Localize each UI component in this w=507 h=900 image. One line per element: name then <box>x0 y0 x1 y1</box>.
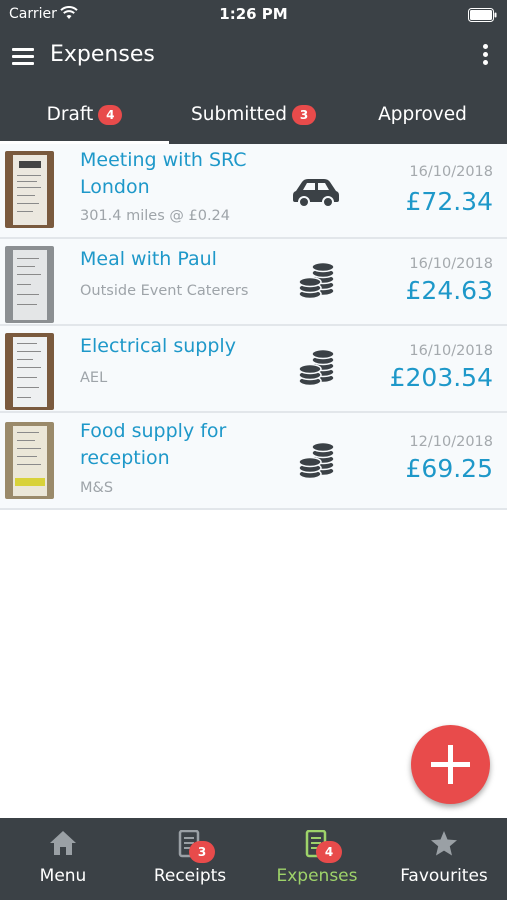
battery-icon <box>468 7 498 26</box>
expense-title: Electrical supply <box>80 335 236 357</box>
expense-subtitle: M&S <box>80 480 114 496</box>
expense-date: 16/10/2018 <box>409 343 493 359</box>
count-badge: 4 <box>316 841 342 863</box>
nav-receipts[interactable]: 3 Receipts <box>127 818 253 900</box>
list-item[interactable]: Meal with Paul Outside Event Caterers 16… <box>0 239 507 326</box>
expense-subtitle: AEL <box>80 370 108 386</box>
expense-amount: £203.54 <box>389 363 493 392</box>
coins-icon <box>298 261 336 303</box>
nav-label: Expenses <box>276 866 358 886</box>
count-badge: 3 <box>292 105 316 125</box>
nav-favourites[interactable]: Favourites <box>381 818 507 900</box>
tab-label: Draft <box>46 104 94 125</box>
expense-amount: £72.34 <box>405 187 493 216</box>
expense-subtitle: 301.4 miles @ £0.24 <box>80 208 231 224</box>
more-vertical-icon[interactable] <box>483 44 489 66</box>
receipt-thumbnail <box>5 333 54 410</box>
coins-icon <box>298 348 336 390</box>
home-icon <box>0 830 126 860</box>
nav-label: Receipts <box>153 866 227 886</box>
receipt-thumbnail <box>5 151 54 228</box>
receipt-thumbnail <box>5 422 54 499</box>
expense-amount: £24.63 <box>405 276 493 305</box>
car-icon <box>292 177 340 211</box>
status-bar: Carrier 1:26 PM <box>0 0 507 30</box>
coins-icon <box>298 441 336 483</box>
expense-date: 16/10/2018 <box>409 256 493 272</box>
status-time: 1:26 PM <box>219 5 288 23</box>
count-badge: 3 <box>189 841 215 863</box>
expense-title: Food supply for reception <box>80 420 227 469</box>
bottom-navigation: Menu 3 Receipts 4 Expenses Favourites <box>0 818 507 900</box>
page-title: Expenses <box>50 42 155 67</box>
tab-label: Submitted <box>190 104 287 125</box>
expense-date: 16/10/2018 <box>409 164 493 180</box>
list-item[interactable]: Food supply for reception M&S 12/10/2018… <box>0 413 507 510</box>
expense-amount: £69.25 <box>405 454 493 483</box>
tab-submitted[interactable]: Submitted 3 <box>169 84 338 144</box>
tab-label: Approved <box>378 104 467 125</box>
expense-title: Meeting with SRC London <box>80 149 247 198</box>
nav-menu[interactable]: Menu <box>0 818 126 900</box>
hamburger-icon[interactable] <box>12 48 34 66</box>
add-expense-button[interactable] <box>411 725 490 804</box>
count-badge: 4 <box>98 105 123 125</box>
nav-label: Favourites <box>400 866 488 886</box>
tab-bar: Draft 4 Submitted 3 Approved <box>0 84 507 144</box>
expense-subtitle: Outside Event Caterers <box>80 283 249 299</box>
list-item[interactable]: Meeting with SRC London 301.4 miles @ £0… <box>0 144 507 239</box>
tab-approved[interactable]: Approved <box>338 84 507 144</box>
nav-label: Menu <box>39 866 87 886</box>
expense-title: Meal with Paul <box>80 248 217 270</box>
list-item[interactable]: Electrical supply AEL 16/10/2018 £203.54 <box>0 326 507 413</box>
star-icon <box>381 830 507 860</box>
nav-expenses[interactable]: 4 Expenses <box>254 818 380 900</box>
expense-list: Meeting with SRC London 301.4 miles @ £0… <box>0 144 507 510</box>
tab-draft[interactable]: Draft 4 <box>0 84 169 144</box>
app-bar: Expenses <box>0 30 507 84</box>
expense-date: 12/10/2018 <box>409 434 493 450</box>
receipt-thumbnail <box>5 246 54 323</box>
